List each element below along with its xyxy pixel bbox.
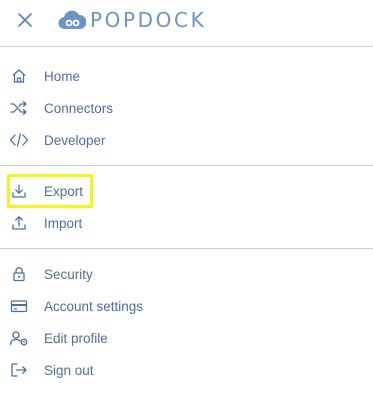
divider [0,248,373,249]
menu-item-export[interactable]: Export [0,175,373,207]
close-button[interactable] [14,9,36,31]
brand-name: POPDOCK [90,8,207,32]
menu-label-export: Export [44,183,84,199]
upload-icon [9,213,29,233]
shuffle-icon [9,98,29,118]
menu-label-import: Import [44,215,83,231]
menu-item-home[interactable]: Home [0,60,373,92]
menu-label-connectors: Connectors [44,100,114,116]
menu-label-developer: Developer [44,132,106,148]
menu-label-account-settings: Account settings [44,298,144,314]
download-icon [9,181,29,201]
menu-label-sign-out: Sign out [44,362,94,378]
divider [0,165,373,166]
menu-item-security[interactable]: Security [0,258,373,290]
menu-label-home: Home [44,68,81,84]
home-icon [9,66,29,86]
menu-item-edit-profile[interactable]: Edit profile [0,322,373,354]
popdock-logo[interactable]: POPDOCK [58,7,206,33]
menu-item-developer[interactable]: Developer [0,124,373,156]
user-settings-icon [9,328,29,348]
menu-item-account-settings[interactable]: Account settings [0,290,373,322]
menu-item-import[interactable]: Import [0,207,373,239]
lock-icon [9,264,29,284]
code-icon [9,130,29,150]
cloud-logo-icon [58,9,86,31]
menu-item-sign-out[interactable]: Sign out [0,354,373,386]
close-icon [18,13,32,27]
menu-item-connectors[interactable]: Connectors [0,92,373,124]
menu-header: POPDOCK [0,0,373,40]
credit-card-icon [9,296,29,316]
menu-label-security: Security [44,266,93,282]
menu-label-edit-profile: Edit profile [44,330,108,346]
divider [0,46,373,47]
sign-out-icon [9,360,29,380]
